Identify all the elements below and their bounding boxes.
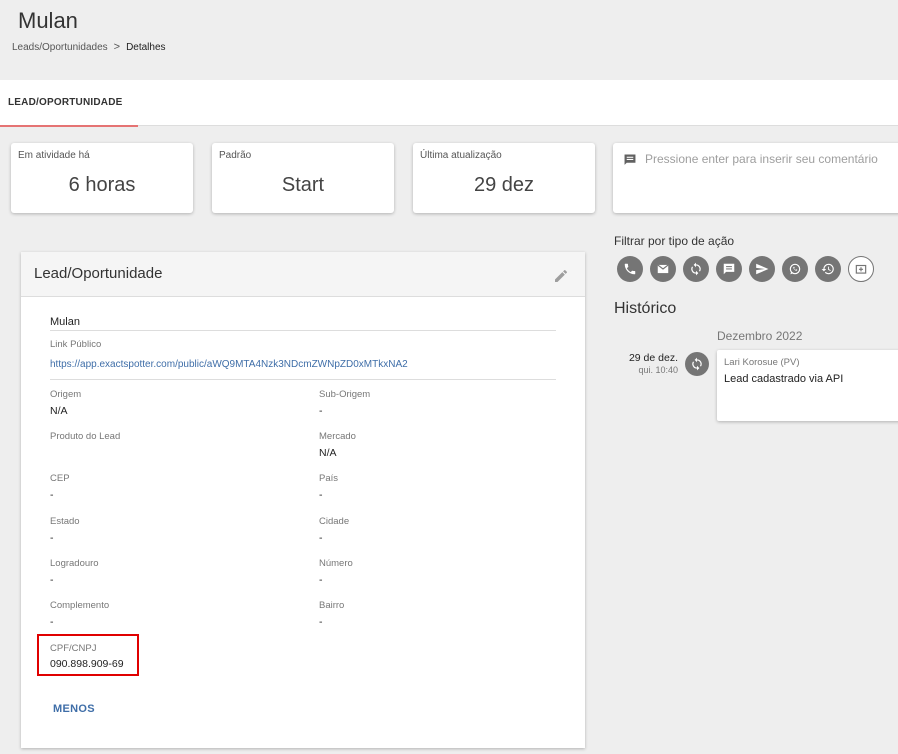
divider — [50, 330, 556, 331]
stat-card-ultima-atualizacao: Última atualização 29 dez — [413, 143, 595, 213]
history-icon[interactable] — [815, 256, 841, 282]
public-link[interactable]: https://app.exactspotter.com/public/aWQ9… — [50, 359, 408, 370]
field-label-pais: País — [319, 473, 339, 484]
field-label-estado: Estado — [50, 516, 80, 527]
lead-card-header: Lead/Oportunidade — [21, 252, 585, 297]
message-icon[interactable] — [716, 256, 742, 282]
field-value-numero: - — [319, 574, 323, 586]
field-label-complemento: Complemento — [50, 600, 110, 611]
email-icon[interactable] — [650, 256, 676, 282]
tab-lead-oportunidade[interactable]: LEAD/OPORTUNIDADE — [0, 80, 138, 127]
sync-icon — [685, 352, 709, 376]
field-label-bairro: Bairro — [319, 600, 345, 611]
breadcrumb-separator: > — [113, 41, 121, 53]
whatsapp-icon[interactable] — [782, 256, 808, 282]
edit-icon[interactable] — [553, 268, 569, 284]
field-label-cidade: Cidade — [319, 516, 350, 527]
field-value-mercado: N/A — [319, 447, 337, 459]
field-value-origem: N/A — [50, 405, 68, 417]
field-value-sub-origem: - — [319, 405, 323, 417]
stat-label: Padrão — [219, 150, 252, 161]
lead-card: Lead/Oportunidade Mulan Link Público htt… — [21, 252, 585, 748]
field-label-mercado: Mercado — [319, 431, 356, 442]
history-title: Histórico — [614, 300, 677, 317]
breadcrumb-parent[interactable]: Leads/Oportunidades — [12, 42, 108, 53]
field-value-estado: - — [50, 532, 54, 544]
field-label-logradouro: Logradouro — [50, 558, 99, 569]
breadcrumb-current: Detalhes — [126, 41, 166, 53]
comment-icon — [624, 154, 636, 165]
lead-card-title: Lead/Oportunidade — [34, 265, 163, 282]
field-value-cep: - — [50, 489, 54, 501]
stat-card-em-atividade: Em atividade há 6 horas — [11, 143, 193, 213]
tab-label: LEAD/OPORTUNIDADE — [8, 97, 123, 108]
breadcrumb: Leads/Oportunidades > Detalhes — [12, 41, 166, 53]
history-entry-date: 29 de dez. — [628, 352, 678, 364]
menos-button[interactable]: MENOS — [53, 703, 95, 715]
history-entry-author: Lari Korosue (PV) — [724, 357, 800, 368]
send-icon[interactable] — [749, 256, 775, 282]
stat-value: 29 dez — [473, 174, 535, 196]
field-value-cidade: - — [319, 532, 323, 544]
history-month: Dezembro 2022 — [717, 329, 803, 343]
comment-card — [613, 143, 898, 213]
sync-icon[interactable] — [683, 256, 709, 282]
field-label-cep: CEP — [50, 473, 70, 484]
tab-active-indicator — [0, 125, 138, 127]
history-entry-description: Lead cadastrado via API — [724, 373, 844, 385]
history-entry-card[interactable]: Lari Korosue (PV) Lead cadastrado via AP… — [717, 350, 898, 421]
stat-value: 6 horas — [68, 174, 136, 196]
field-label-origem: Origem — [50, 389, 82, 400]
field-value-bairro: - — [319, 616, 323, 628]
field-label-cpf: CPF/CNPJ — [50, 643, 97, 654]
filter-label: Filtrar por tipo de ação — [614, 234, 735, 248]
field-label-sub-origem: Sub-Origem — [319, 389, 371, 400]
add-box-icon[interactable] — [848, 256, 874, 282]
tab-bar: LEAD/OPORTUNIDADE — [0, 80, 898, 127]
public-link-label: Link Público — [50, 339, 102, 350]
stat-label: Em atividade há — [18, 150, 90, 161]
filter-icons — [617, 256, 874, 282]
stat-value: Start — [281, 174, 325, 196]
field-value-cpf: 090.898.909-69 — [50, 658, 124, 670]
divider — [50, 379, 556, 380]
field-value-complemento: - — [50, 616, 54, 628]
phone-icon[interactable] — [617, 256, 643, 282]
field-label-numero: Número — [319, 558, 353, 569]
lead-name: Mulan — [50, 316, 80, 328]
stat-label: Última atualização — [420, 150, 502, 161]
comment-input[interactable] — [645, 152, 898, 166]
history-entry-time: qui. 10:40 — [638, 365, 678, 375]
field-label-produto: Produto do Lead — [50, 431, 121, 442]
stat-card-padrao: Padrão Start — [212, 143, 394, 213]
page-title: Mulan — [18, 8, 78, 33]
field-value-logradouro: - — [50, 574, 54, 586]
field-value-pais: - — [319, 489, 323, 501]
